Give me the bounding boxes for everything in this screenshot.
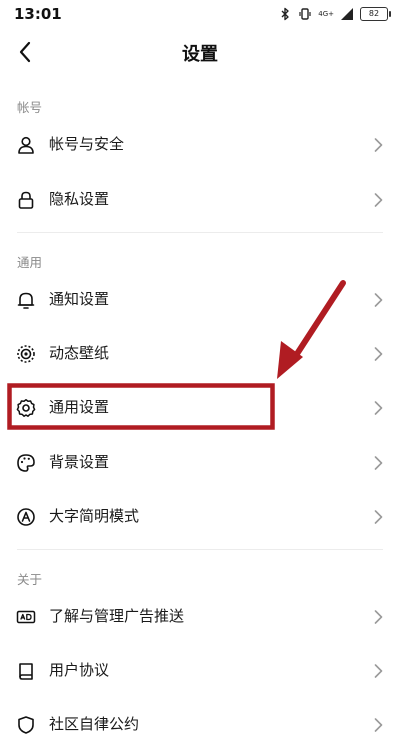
signal-icon bbox=[341, 8, 353, 20]
chevron-right-icon bbox=[374, 401, 383, 415]
status-icons: 4G+ 82 bbox=[278, 6, 391, 22]
chevron-right-icon bbox=[374, 193, 383, 207]
row-account-security[interactable]: 帐号与安全 bbox=[0, 118, 400, 172]
row-background-settings[interactable]: 背景设置 bbox=[0, 436, 400, 490]
row-community-convention[interactable]: 社区自律公约 bbox=[0, 698, 400, 752]
chevron-right-icon bbox=[374, 456, 383, 470]
bell-icon bbox=[17, 292, 35, 309]
chevron-right-icon bbox=[374, 664, 383, 678]
shield-icon bbox=[18, 716, 34, 734]
row-ad-management[interactable]: 了解与管理广告推送 bbox=[0, 590, 400, 644]
book-icon bbox=[19, 663, 33, 680]
divider bbox=[17, 232, 383, 233]
header: 设置 bbox=[0, 28, 400, 76]
chevron-right-icon bbox=[374, 138, 383, 152]
network-label: 4G+ bbox=[318, 9, 334, 18]
row-label: 隐私设置 bbox=[49, 190, 110, 208]
row-privacy-settings[interactable]: 隐私设置 bbox=[0, 173, 400, 227]
chevron-right-icon bbox=[374, 610, 383, 624]
row-label: 用户协议 bbox=[49, 661, 110, 679]
row-label: 了解与管理广告推送 bbox=[49, 607, 185, 625]
row-label: 社区自律公约 bbox=[49, 715, 140, 733]
row-label: 背景设置 bbox=[49, 453, 110, 471]
chevron-right-icon bbox=[374, 510, 383, 524]
battery-icon: 82 bbox=[360, 7, 391, 21]
bluetooth-icon bbox=[281, 7, 289, 21]
row-label: 通用设置 bbox=[49, 398, 110, 416]
row-label: 通知设置 bbox=[49, 290, 110, 308]
row-label: 帐号与安全 bbox=[49, 135, 125, 153]
divider bbox=[17, 549, 383, 550]
palette-icon bbox=[17, 454, 35, 472]
row-user-agreement[interactable]: 用户协议 bbox=[0, 644, 400, 698]
row-label: 大字简明模式 bbox=[49, 507, 140, 525]
chevron-right-icon bbox=[374, 718, 383, 732]
dynamic-wallpaper-icon bbox=[17, 345, 35, 363]
row-label: 动态壁纸 bbox=[49, 344, 110, 362]
section-title-account: 帐号 bbox=[17, 100, 43, 115]
row-dynamic-wallpaper[interactable]: 动态壁纸 bbox=[0, 327, 400, 381]
row-notification-settings[interactable]: 通知设置 bbox=[0, 273, 400, 327]
chevron-right-icon bbox=[374, 347, 383, 361]
gear-icon bbox=[16, 399, 36, 417]
section-title-about: 关于 bbox=[17, 572, 43, 587]
status-time: 13:01 bbox=[14, 5, 62, 23]
vibrate-icon bbox=[299, 8, 311, 20]
user-icon bbox=[18, 136, 34, 154]
status-bar: 13:01 4G+ 82 bbox=[0, 0, 400, 28]
page-title: 设置 bbox=[182, 44, 218, 65]
row-general-settings[interactable]: 通用设置 bbox=[0, 381, 400, 435]
chevron-right-icon bbox=[374, 293, 383, 307]
lock-icon bbox=[18, 191, 34, 209]
ad-icon bbox=[16, 610, 36, 624]
section-title-general: 通用 bbox=[17, 255, 43, 270]
row-large-text-mode[interactable]: 大字简明模式 bbox=[0, 490, 400, 544]
large-text-icon bbox=[17, 508, 35, 526]
